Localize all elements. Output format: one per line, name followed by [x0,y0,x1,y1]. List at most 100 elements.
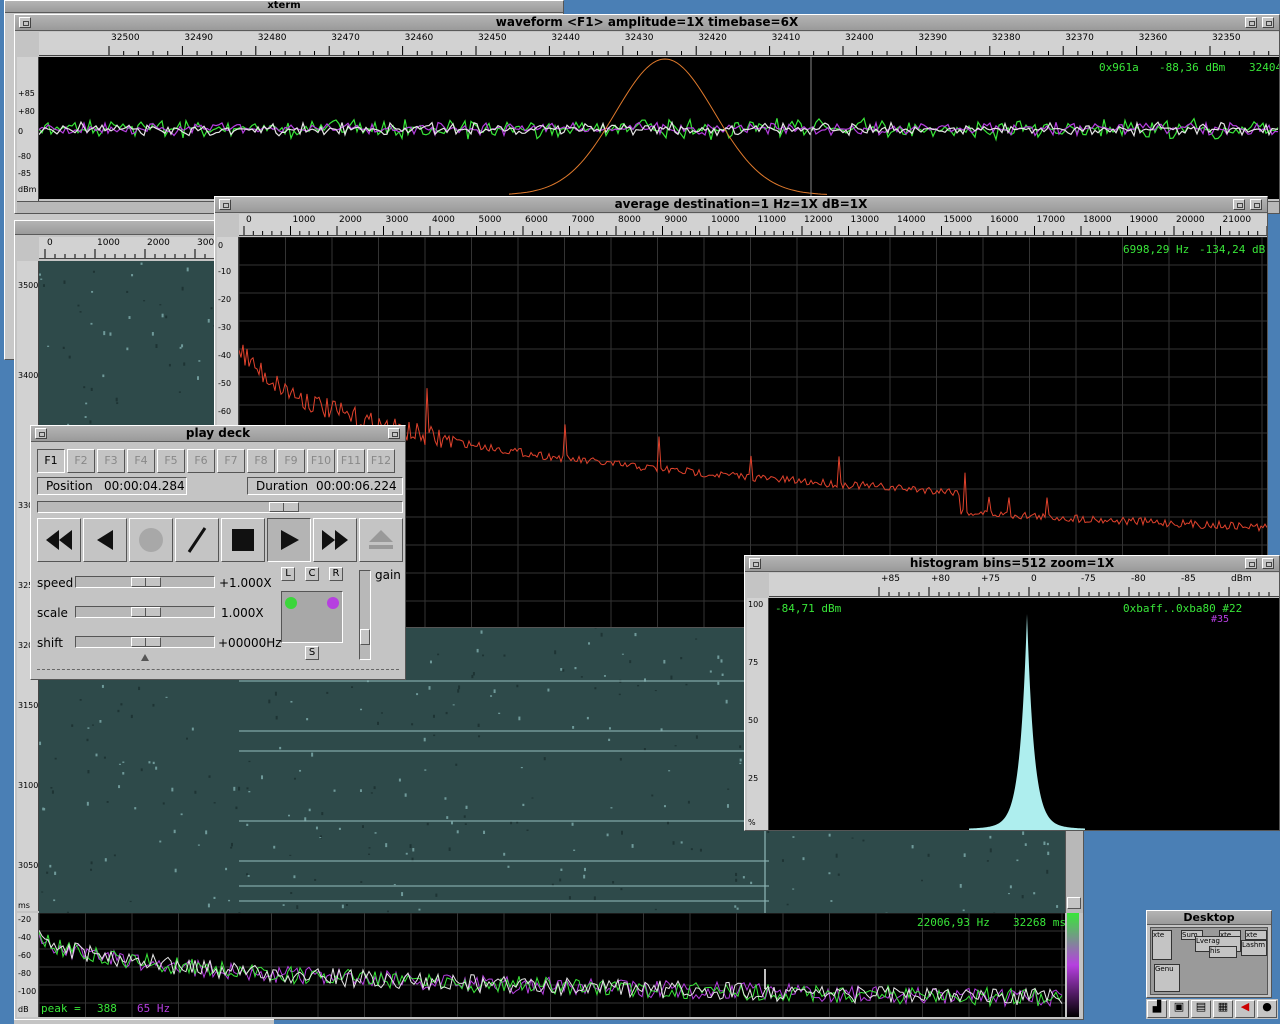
fast-forward-button[interactable] [313,518,357,562]
speed-slider-thumb[interactable] [131,577,161,587]
spectro-speck [621,653,624,655]
spectro-speck [351,686,354,688]
position-slider[interactable] [37,501,403,513]
record-button[interactable] [129,518,173,562]
minimize-icon[interactable] [1245,558,1257,569]
gain-slider-thumb[interactable] [360,629,370,645]
chart-app-icon[interactable]: ▟ [1147,1000,1167,1018]
window-menu-icon[interactable] [19,17,31,28]
spectro-speck [333,789,336,792]
spectro-speck [131,274,134,277]
play-button[interactable] [267,518,311,562]
spectro-speck [115,397,118,402]
spectro-speck [426,822,429,826]
spectro-speck [927,853,930,857]
ruler-label: 32460 [404,33,434,43]
peak-value: 388 [97,1002,117,1015]
scroll-down-arrow-icon[interactable] [1067,897,1081,909]
shift-slider[interactable] [75,636,215,648]
channel-c-button[interactable]: C [305,567,319,581]
fkey-f7[interactable]: F7 [217,449,245,473]
rewind-fast-button[interactable] [37,518,81,562]
spectro-speck [360,881,363,883]
tool-app-icon[interactable]: ▤ [1191,1000,1211,1018]
average-title[interactable]: average destination=1 Hz=1X dB=1X [215,197,1267,213]
gain-slider[interactable] [359,570,371,660]
stop-button[interactable] [221,518,265,562]
histogram-dbm-ruler[interactable]: +85 +80 +75 0 -75 -80 -85 dBm [769,573,1279,597]
play-deck-window[interactable]: play deck F1 F2 F3 F4 F5 F6 F7 F8 F9 F10 F11 F12 Po… [30,425,406,680]
ruler-label: dBm [1231,574,1252,584]
ruler-label: 32490 [184,33,214,43]
duration-field[interactable]: Duration 00:00:06.224 [247,477,403,495]
waveform-window[interactable]: waveform <F1> amplitude=1X timebase=6X 3… [14,14,1280,214]
channel-l-button[interactable]: L [281,567,295,581]
monitor-app-icon[interactable]: ▣ [1169,1000,1189,1018]
scale-slider-thumb[interactable] [131,607,161,617]
waveform-dbm-readout: -88,36 dBm [1159,61,1226,74]
play-deck-title[interactable]: play deck [31,426,405,442]
calculator-app-icon[interactable]: ▦ [1213,1000,1233,1018]
histogram-window[interactable]: histogram bins=512 zoom=1X +85 +80 +75 0 -75… [744,555,1280,831]
channel-pad[interactable] [281,591,343,643]
histogram-title[interactable]: histogram bins=512 zoom=1X [745,556,1279,572]
spectro-speck [411,723,414,726]
fkey-f1[interactable]: F1 [37,449,65,473]
desktop-pager[interactable]: Desktop xte Sum xte xte Lverag his Lashm… [1146,910,1272,998]
fkey-f8[interactable]: F8 [247,449,275,473]
window-menu-icon[interactable] [219,199,231,210]
fkey-f2[interactable]: F2 [67,449,95,473]
histogram-percent-ruler[interactable]: 100 75 50 25% [747,598,769,830]
spectro-speck [418,908,421,911]
eject-button[interactable] [359,518,403,562]
position-slider-thumb[interactable] [269,502,299,512]
fkey-f9[interactable]: F9 [277,449,305,473]
channel-s-button[interactable]: S [305,646,319,660]
desktop-miniature[interactable]: xte Sum xte xte Lverag his Lashm Genu [1150,927,1268,995]
fkey-f11[interactable]: F11 [337,449,365,473]
spectro-speck [191,727,194,731]
waveform-time-ruler[interactable]: 32500 32490 32480 32470 32460 32450 32440 32430… [39,32,1279,56]
ruler-label: dBm [18,185,37,194]
spectro-speck [39,741,42,746]
spectro-speck [1022,831,1025,835]
window-menu-icon[interactable] [35,428,47,439]
spectro-speck [293,777,296,780]
position-field[interactable]: Position 00:00:04.284 [37,477,187,495]
fkey-f4[interactable]: F4 [127,449,155,473]
taskbar[interactable] [14,1019,274,1024]
fkey-f5[interactable]: F5 [157,449,185,473]
minimize-icon[interactable] [1245,17,1257,28]
bottom-spectrum-db-ruler[interactable]: -20 -40 -60 -80 -100 dB [17,913,39,1017]
spectro-speck [370,792,373,794]
spectro-speck [118,763,121,765]
waveform-plot[interactable]: 0x961a -88,36 dBm 32404 ms [39,57,1279,199]
speed-slider[interactable] [75,576,215,588]
waveform-amplitude-ruler[interactable]: +85 +80 0 -80 -85 dBm [17,57,39,205]
scale-slider[interactable] [75,606,215,618]
ruler-label: 9000 [664,215,688,225]
fkey-f6[interactable]: F6 [187,449,215,473]
lock-app-icon[interactable]: ● [1257,1000,1277,1018]
pause-button[interactable] [175,518,219,562]
ruler-label: 20000 [1176,215,1205,225]
fkey-f10[interactable]: F10 [307,449,335,473]
maximize-icon[interactable] [1262,558,1274,569]
bottom-spectrum-plot[interactable]: 22006,93 Hz 32268 ms peak = 388 65 Hz [39,913,1065,1017]
maximize-icon[interactable] [388,428,400,439]
play-icon [281,530,299,550]
window-menu-icon[interactable] [749,558,761,569]
waveform-title[interactable]: waveform <F1> amplitude=1X timebase=6X [15,15,1279,31]
average-freq-ruler[interactable]: 0 1000 2000 3000 4000 5000 6000 7000 8000 9000 100… [239,214,1267,236]
maximize-icon[interactable] [1262,17,1274,28]
rewind-button[interactable] [83,518,127,562]
fish-app-icon[interactable]: ◀ [1235,1000,1255,1018]
shift-slider-thumb[interactable] [131,637,161,647]
fkey-f3[interactable]: F3 [97,449,125,473]
fkey-f12[interactable]: F12 [367,449,395,473]
histogram-plot[interactable]: -84,71 dBm 0xbaff..0xba80 #22 #35 [769,598,1279,830]
channel-r-button[interactable]: R [329,567,343,581]
spectro-speck [274,691,277,696]
maximize-icon[interactable] [1250,199,1262,210]
minimize-icon[interactable] [1233,199,1245,210]
